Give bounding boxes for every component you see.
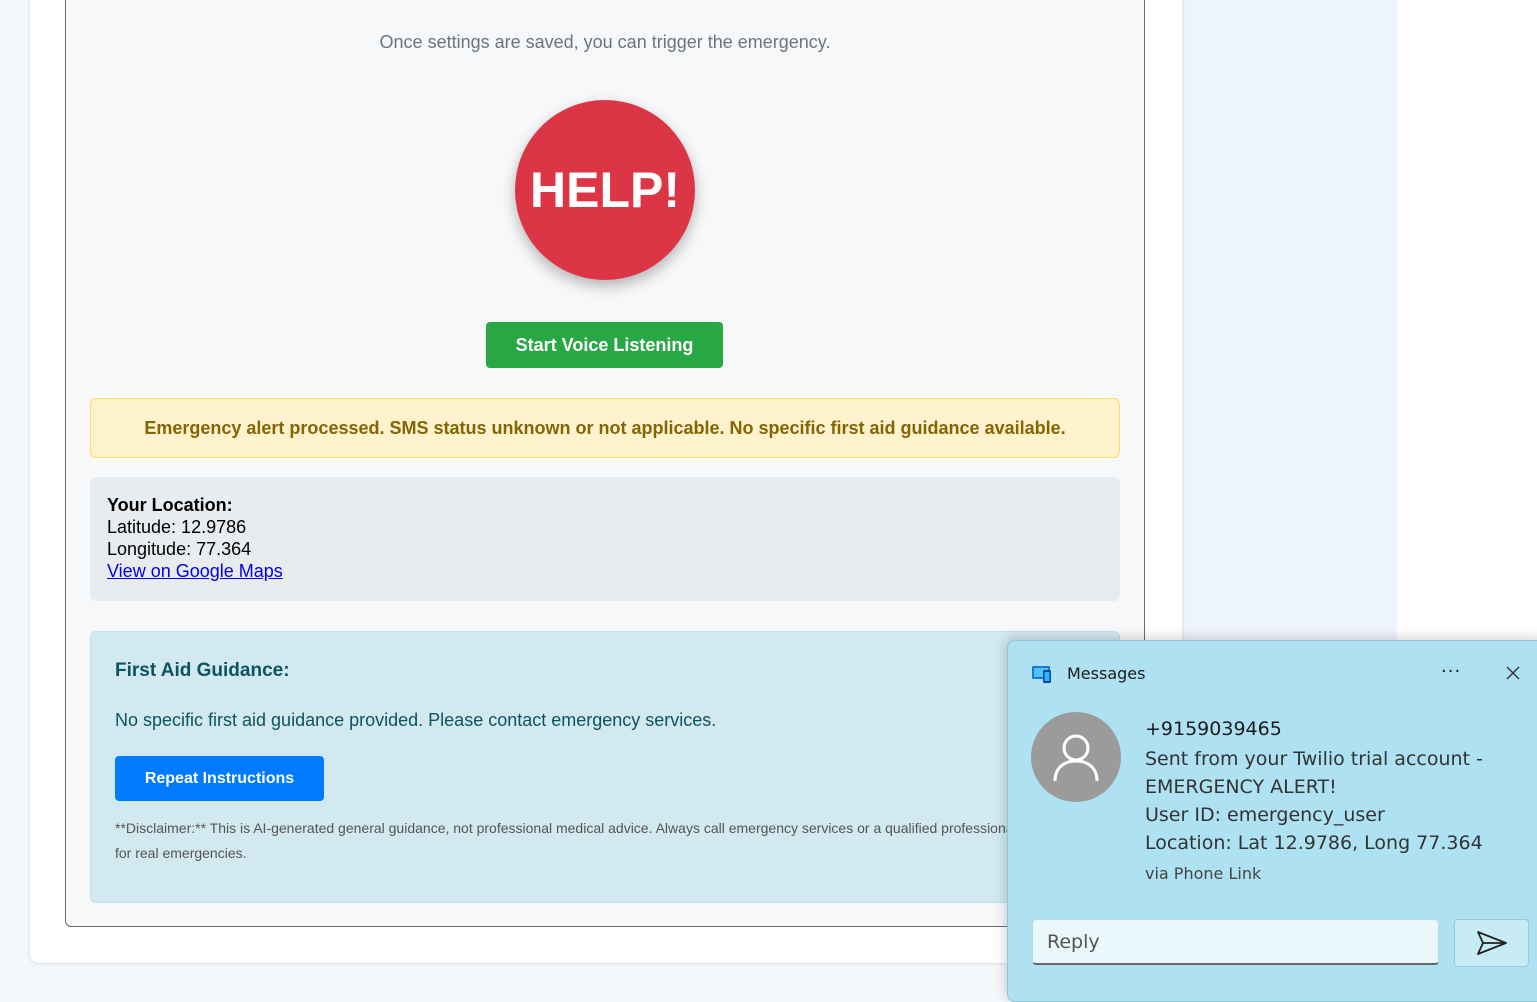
person-icon — [1053, 734, 1099, 782]
disclaimer-text: **Disclaimer:** This is AI-generated gen… — [115, 820, 1017, 861]
message-notification[interactable]: Messages ··· +9159039465 Sent from your … — [1007, 640, 1537, 1002]
start-voice-listening-button[interactable]: Start Voice Listening — [486, 322, 723, 368]
location-title: Your Location: — [107, 495, 233, 515]
status-alert: Emergency alert processed. SMS status un… — [90, 398, 1120, 458]
message-line: Location: Lat 12.9786, Long 77.364 — [1145, 832, 1483, 854]
message-line: EMERGENCY ALERT! — [1145, 776, 1337, 798]
via-text: via Phone Link — [1145, 864, 1262, 883]
avatar — [1031, 712, 1121, 802]
instruction-text: Once settings are saved, you can trigger… — [379, 32, 831, 52]
app-name: Messages — [1067, 664, 1146, 683]
message-line: User ID: emergency_user — [1145, 804, 1385, 826]
longitude-text: Longitude: 77.364 — [107, 539, 252, 559]
message-sender: +9159039465 — [1145, 718, 1282, 740]
first-aid-box: First Aid Guidance: No specific first ai… — [90, 631, 1120, 903]
reply-input[interactable] — [1032, 919, 1439, 965]
send-icon — [1476, 931, 1507, 955]
status-alert-text: Emergency alert processed. SMS status un… — [144, 417, 1066, 438]
close-icon[interactable] — [1503, 663, 1523, 683]
help-button[interactable]: HELP! — [515, 100, 695, 280]
location-box: Your Location: Latitude: 12.9786 Longitu… — [90, 477, 1120, 601]
send-button[interactable] — [1454, 919, 1529, 967]
first-aid-text: No specific first aid guidance provided.… — [115, 710, 717, 730]
emergency-panel: Once settings are saved, you can trigger… — [65, 0, 1145, 927]
phone-link-icon — [1031, 664, 1053, 684]
more-options-button[interactable]: ··· — [1441, 661, 1461, 682]
message-body: Sent from your Twilio trial account - EM… — [1145, 745, 1515, 857]
latitude-text: Latitude: 12.9786 — [107, 517, 247, 537]
message-line: Sent from your Twilio trial account - — [1145, 748, 1483, 770]
first-aid-title: First Aid Guidance: — [115, 660, 290, 681]
google-maps-link[interactable]: View on Google Maps — [107, 561, 283, 581]
repeat-instructions-button[interactable]: Repeat Instructions — [115, 756, 324, 801]
